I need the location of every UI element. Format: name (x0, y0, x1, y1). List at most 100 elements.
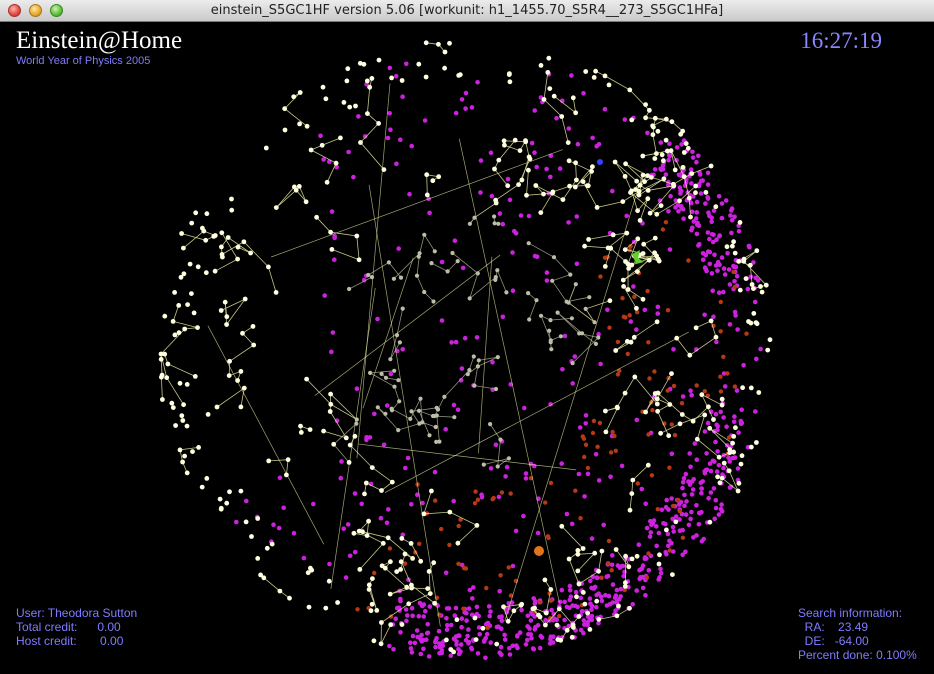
pulsar-dot (539, 635, 545, 640)
supernova-remnant-dot (718, 389, 724, 394)
constellation-star (524, 192, 529, 198)
constellation-star (203, 270, 209, 276)
pulsar-dot (523, 476, 529, 481)
constellation-star (558, 334, 564, 339)
constellation-star (694, 436, 700, 442)
pulsar-dot (532, 150, 537, 155)
pulsar-dot (656, 530, 662, 536)
pulsar-dot (707, 236, 712, 242)
pulsar-dot (533, 624, 538, 630)
constellation-star (327, 409, 333, 414)
constellation-star (442, 394, 447, 399)
pulsar-dot (581, 618, 587, 623)
constellation-star (465, 372, 470, 377)
constellation-star (218, 308, 224, 313)
constellation-star (416, 61, 422, 67)
pulsar-dot (498, 644, 504, 650)
pulsar-dot (639, 486, 645, 492)
constellation-star (549, 347, 554, 352)
pulsar-dot (579, 608, 585, 614)
constellation-line (423, 490, 478, 544)
constellation-line (356, 83, 391, 459)
pulsar-dot (594, 604, 599, 610)
constellation-star (657, 552, 662, 558)
pulsar-dot (533, 599, 538, 604)
constellation-star (219, 230, 225, 236)
constellation-star (298, 423, 303, 429)
pulsar-dot (566, 126, 572, 131)
constellation-star (224, 322, 230, 327)
screensaver-canvas[interactable]: Einstein@Home World Year of Physics 2005… (0, 22, 934, 674)
window-titlebar[interactable]: einstein_S5GC1HF version 5.06 [workunit:… (0, 0, 934, 22)
constellation-star (668, 148, 674, 154)
constellation-star (689, 171, 695, 177)
constellation-star (635, 208, 640, 214)
pulsar-dot (378, 515, 384, 521)
constellation-star (379, 620, 384, 625)
supernova-remnant-dot (621, 314, 626, 319)
constellation-star (329, 247, 335, 252)
constellation-star (580, 179, 586, 185)
pulsar-dot (738, 421, 744, 427)
constellation-star (170, 405, 176, 410)
constellation-star (731, 449, 736, 455)
constellation-star (379, 371, 384, 376)
supernova-remnant-dot (718, 329, 723, 334)
pulsar-dot (681, 476, 687, 481)
pulsar-dot (483, 655, 488, 661)
constellation-star (593, 341, 599, 346)
supernova-remnant-dot (649, 473, 655, 478)
constellation-star (371, 638, 377, 644)
supernova-remnant-dot (537, 600, 542, 605)
pulsar-dot (709, 219, 714, 225)
pulsar-dot (479, 492, 484, 498)
pulsar-dot (734, 388, 740, 393)
pulsar-dot (347, 553, 353, 559)
pulsar-dot (598, 361, 603, 367)
ra-value: 23.49 (838, 620, 869, 634)
constellation-star (647, 210, 653, 216)
constellation-star (570, 361, 575, 366)
constellation-star (386, 260, 391, 265)
constellation-star (328, 401, 334, 407)
search-marker (597, 159, 603, 165)
constellation-line (426, 42, 446, 53)
supernova-remnant-dot (543, 500, 548, 505)
supernova-remnant-dot (731, 269, 736, 275)
constellation-star (383, 375, 389, 380)
pulsar-dot (658, 140, 664, 145)
constellation-star (370, 576, 375, 581)
pulsar-dot (719, 255, 725, 260)
constellation-star (335, 600, 340, 605)
constellation-star (363, 480, 369, 486)
pulsar-dot (352, 549, 358, 555)
clock-display: 16:27:19 (800, 28, 882, 53)
constellation-star (575, 548, 581, 553)
constellation-star (527, 156, 533, 162)
constellation-star (635, 269, 640, 274)
constellation-star (364, 78, 370, 84)
constellation-star (570, 95, 576, 101)
supernova-remnant-dot (671, 383, 677, 389)
constellation-star (235, 244, 241, 250)
constellation-star (607, 298, 613, 304)
pulsar-dot (291, 530, 297, 536)
constellation-star (629, 491, 635, 496)
constellation-star (654, 319, 660, 325)
constellation-star (224, 500, 230, 506)
constellation-star (517, 148, 523, 153)
pulsar-dot (638, 575, 643, 581)
pulsar-dot (667, 141, 672, 147)
constellation-star (333, 160, 339, 166)
pulsar-dot (544, 270, 550, 275)
pulsar-dot (703, 201, 708, 206)
pulsar-dot (583, 421, 588, 426)
pulsar-dot (513, 528, 519, 534)
constellation-line (528, 242, 590, 303)
pulsar-dot (622, 117, 628, 122)
constellation-star (699, 392, 705, 398)
constellation-star (645, 173, 650, 179)
pulsar-dot (746, 243, 752, 249)
constellation-star (248, 250, 254, 256)
pulsar-dot (521, 513, 526, 519)
